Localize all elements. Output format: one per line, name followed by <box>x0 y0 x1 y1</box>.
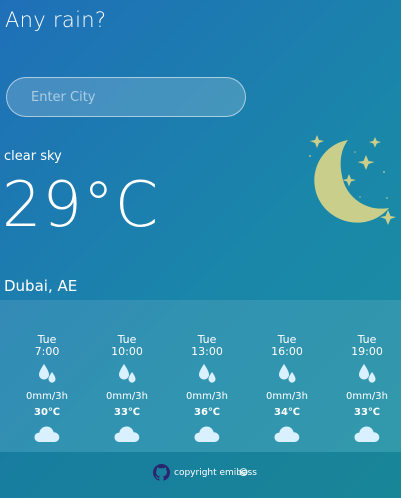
crescent-moon-icon <box>303 132 399 232</box>
current-temperature: 29°C <box>2 168 160 241</box>
forecast-rain: 0mm/3h <box>266 391 308 402</box>
location-label: Dubai, AE <box>4 277 78 295</box>
forecast-temp: 33℃ <box>353 407 381 418</box>
city-search-input[interactable] <box>6 77 246 117</box>
cloud-icon <box>34 425 60 443</box>
forecast-temp: 33℃ <box>113 407 141 418</box>
weather-condition: clear sky <box>4 149 62 164</box>
forecast-time: 10:00 <box>111 345 143 358</box>
forecast-rain: 0mm/3h <box>26 391 68 402</box>
raindrops-icon <box>275 362 299 386</box>
forecast-time: 16:00 <box>271 345 303 358</box>
forecast-time: 13:00 <box>191 345 223 358</box>
forecast-time: 19:00 <box>351 345 383 358</box>
copyright-symbol: © <box>238 466 249 479</box>
raindrops-icon <box>195 362 219 386</box>
github-icon[interactable] <box>153 464 170 481</box>
raindrops-icon <box>355 362 379 386</box>
forecast-rain: 0mm/3h <box>346 391 388 402</box>
raindrops-icon <box>115 362 139 386</box>
forecast-temp: 30℃ <box>33 407 61 418</box>
forecast-rain: 0mm/3h <box>106 391 148 402</box>
cloud-icon <box>354 425 380 443</box>
forecast-temp: 34℃ <box>273 407 301 418</box>
cloud-icon <box>194 425 220 443</box>
raindrops-icon <box>35 362 59 386</box>
forecast-time: 7:00 <box>34 345 60 358</box>
forecast-strip: Tue 7:00 0mm/3h 30℃ Tue 10:00 0mm/3h 33℃… <box>0 300 401 452</box>
cloud-icon <box>274 425 300 443</box>
forecast-temp: 36℃ <box>193 407 221 418</box>
cloud-icon <box>114 425 140 443</box>
forecast-rain: 0mm/3h <box>186 391 228 402</box>
app-title: Any rain? <box>5 8 107 32</box>
footer: copyright emibass © <box>0 452 401 498</box>
